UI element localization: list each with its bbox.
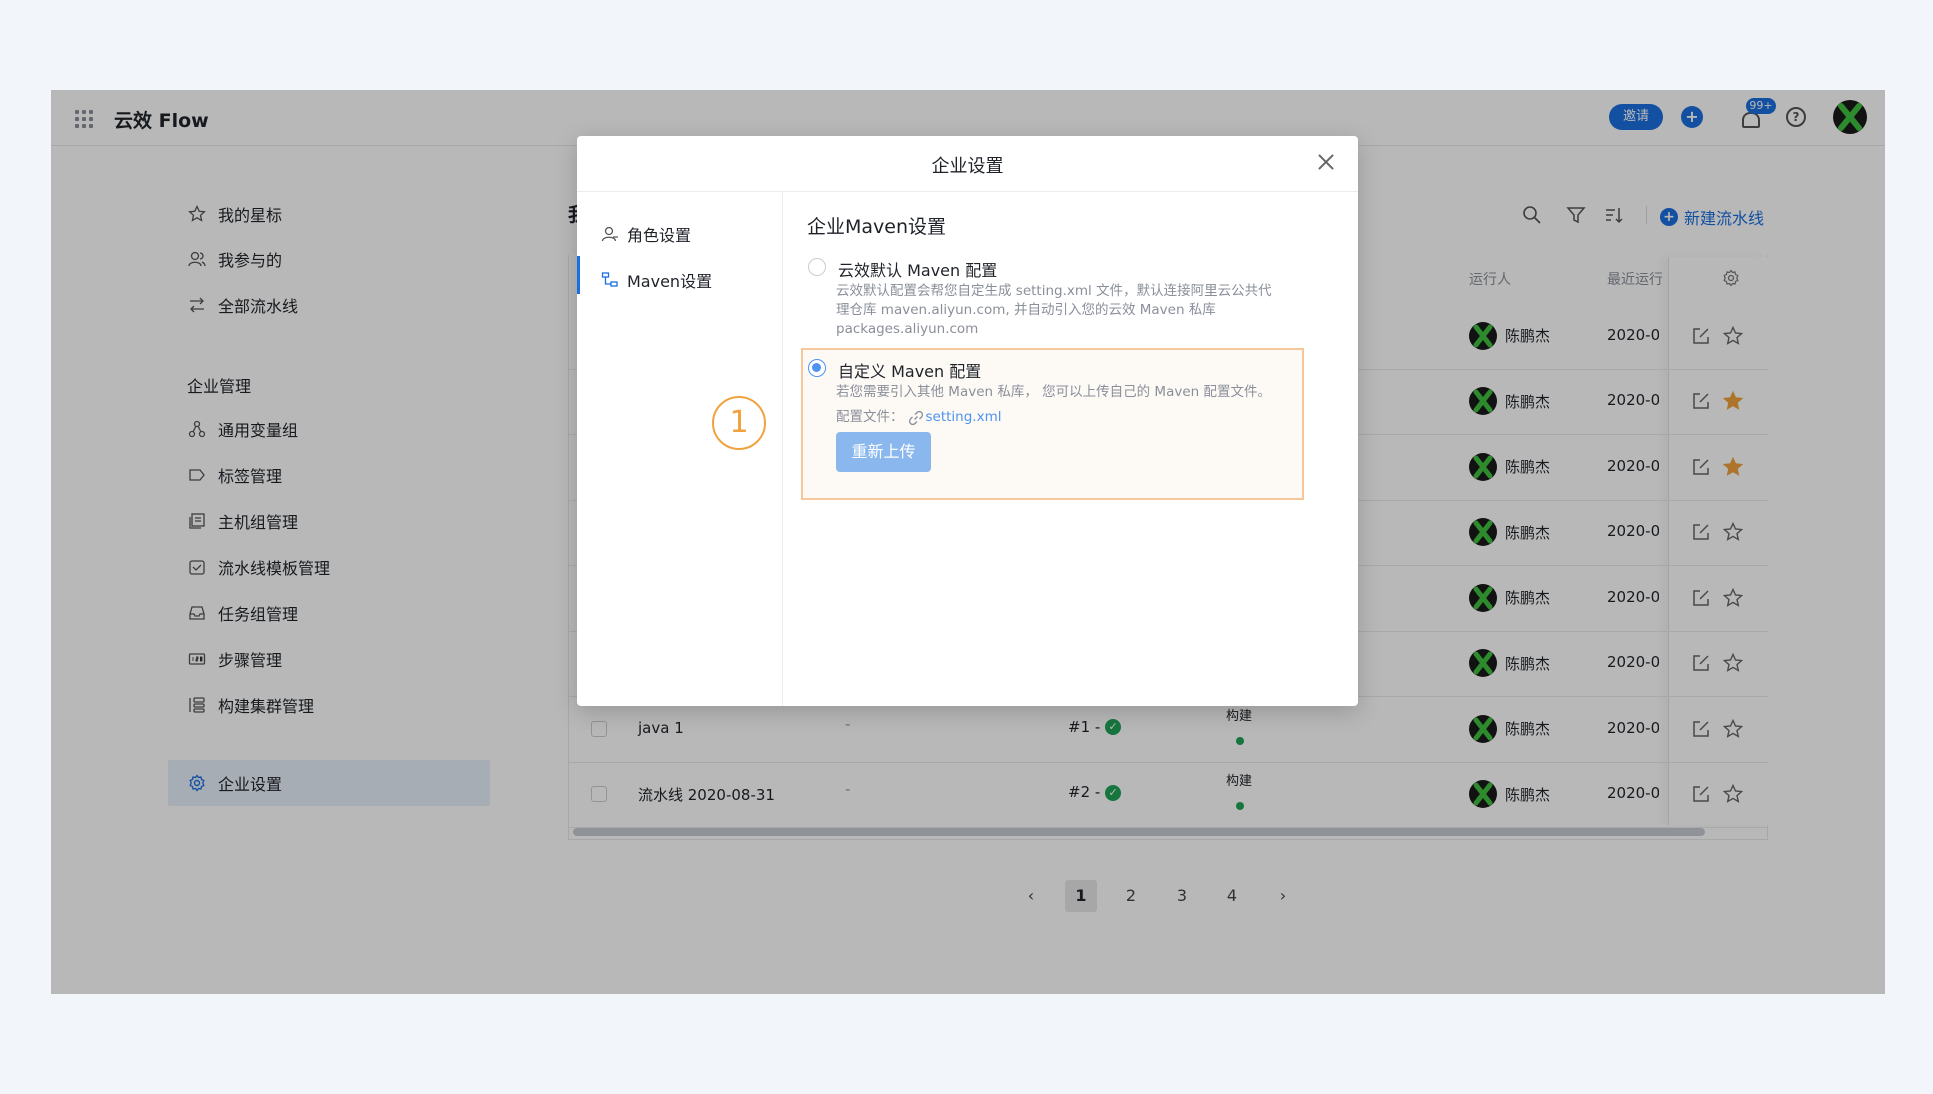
- enterprise-settings-modal: 企业设置 角色设置 Maven设置 企业Maven设置 云效默认 Maven 配…: [577, 136, 1358, 706]
- close-icon[interactable]: [1316, 152, 1336, 172]
- modal-nav: 角色设置 Maven设置: [577, 192, 783, 706]
- radio-default-maven[interactable]: [808, 258, 826, 276]
- user-role-icon: [601, 226, 618, 242]
- modal-nav-item-maven[interactable]: Maven设置: [601, 268, 712, 292]
- radio-custom-maven[interactable]: [808, 359, 826, 377]
- config-file-row: 配置文件： setting.xml: [836, 408, 1001, 427]
- desc-line: 云效默认配置会帮您自定生成 setting.xml 文件，默认连接阿里云公共代: [836, 283, 1272, 299]
- modal-nav-label: Maven设置: [627, 272, 713, 291]
- nav-active-indicator: [577, 256, 580, 294]
- option-custom-desc: 若您需要引入其他 Maven 私库， 您可以上传自己的 Maven 配置文件。: [836, 384, 1271, 400]
- modal-header: 企业设置: [577, 136, 1358, 192]
- step-marker: 1: [712, 396, 766, 450]
- reupload-button[interactable]: 重新上传: [836, 432, 931, 472]
- config-file-link[interactable]: setting.xml: [926, 408, 1002, 427]
- link-icon: [908, 410, 923, 425]
- option-custom-label: 自定义 Maven 配置: [838, 362, 982, 381]
- maven-settings-icon: [601, 272, 618, 287]
- modal-nav-label: 角色设置: [627, 226, 692, 245]
- desc-line: 理仓库 maven.aliyun.com, 并自动引入您的云效 Maven 私库: [836, 302, 1216, 318]
- modal-nav-item-roles[interactable]: 角色设置: [601, 222, 691, 246]
- desc-line: packages.aliyun.com: [836, 321, 979, 337]
- config-file-label: 配置文件：: [836, 409, 904, 425]
- option-default-label: 云效默认 Maven 配置: [838, 261, 998, 280]
- maven-section-title: 企业Maven设置: [807, 216, 947, 238]
- modal-title: 企业设置: [931, 156, 1004, 177]
- option-default-desc: 云效默认配置会帮您自定生成 setting.xml 文件，默认连接阿里云公共代 …: [836, 282, 1272, 339]
